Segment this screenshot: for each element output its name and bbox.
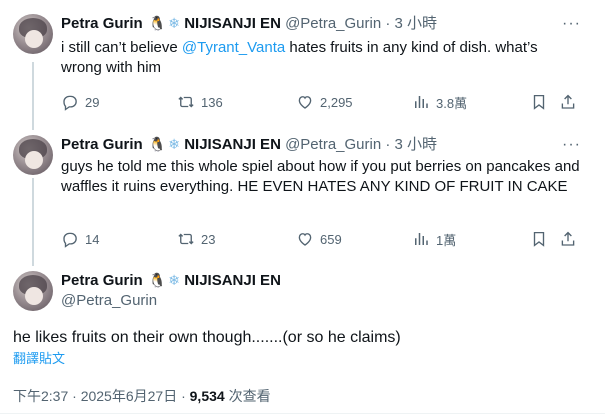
tweet-actions: 29 136 2,295 3.8萬 bbox=[61, 91, 591, 113]
like-button[interactable]: 659 bbox=[296, 228, 342, 250]
tweet-text-part: i still can’t believe bbox=[61, 39, 182, 56]
reply-button[interactable]: 29 bbox=[61, 91, 99, 113]
bookmark-button[interactable] bbox=[530, 91, 548, 113]
views-total: 9,534 bbox=[189, 388, 225, 404]
retweet-icon bbox=[178, 233, 194, 245]
tweet-text: guys he told me this whole spiel about h… bbox=[61, 158, 580, 195]
affiliation-label: NIJISANJI EN bbox=[184, 272, 281, 289]
affiliation-label: NIJISANJI EN bbox=[184, 136, 281, 153]
separator-dot: · bbox=[381, 15, 395, 32]
thread-tweet-2[interactable]: Petra Gurin 🐧 ❄ NIJISANJI EN @Petra_Gurin… bbox=[0, 125, 605, 265]
thread-tweet-1[interactable]: Petra Gurin 🐧 ❄ NIJISANJI EN @Petra_Gurin… bbox=[0, 0, 605, 125]
display-name[interactable]: Petra Gurin bbox=[61, 15, 143, 32]
views-button[interactable]: 1萬 bbox=[412, 228, 456, 250]
share-icon bbox=[561, 94, 575, 109]
retweet-button[interactable]: 23 bbox=[177, 228, 215, 250]
retweet-count: 136 bbox=[201, 94, 223, 110]
views-label: 次查看 bbox=[224, 388, 271, 404]
snowflake-emoji-icon: ❄ bbox=[168, 273, 181, 289]
tweet-timestamp[interactable]: 下午2:37 · 2025年6月27日 · bbox=[13, 388, 190, 404]
retweet-button[interactable]: 136 bbox=[177, 91, 223, 113]
bookmark-icon bbox=[533, 94, 545, 110]
bookmark-button[interactable] bbox=[530, 228, 548, 250]
user-handle[interactable]: @Petra_Gurin bbox=[285, 136, 381, 153]
user-handle[interactable]: @Petra_Gurin bbox=[285, 15, 381, 32]
separator-dot: · bbox=[381, 136, 395, 153]
penguin-emoji-icon: 🐧 bbox=[148, 16, 167, 32]
tweet-header: Petra Gurin 🐧 ❄ NIJISANJI EN @Petra_Gurin… bbox=[61, 14, 437, 34]
penguin-emoji-icon: 🐧 bbox=[148, 137, 167, 153]
more-icon[interactable]: ··· bbox=[562, 16, 581, 32]
tweet-time[interactable]: 3 小時 bbox=[395, 15, 438, 32]
tweet-text: i still can’t believe @Tyrant_Vanta hate… bbox=[61, 38, 581, 78]
like-count: 659 bbox=[320, 231, 342, 247]
views-icon bbox=[415, 233, 428, 245]
display-name[interactable]: Petra Gurin bbox=[61, 272, 143, 289]
mention-link[interactable]: @Tyrant_Vanta bbox=[182, 39, 285, 56]
like-button[interactable]: 2,295 bbox=[296, 91, 353, 113]
avatar[interactable] bbox=[13, 14, 53, 54]
affiliation-label: NIJISANJI EN bbox=[184, 15, 281, 32]
main-tweet-header: Petra Gurin 🐧 ❄ NIJISANJI EN bbox=[61, 271, 281, 291]
like-icon bbox=[298, 96, 312, 109]
retweet-count: 23 bbox=[201, 231, 216, 247]
reply-icon bbox=[63, 232, 77, 248]
views-button[interactable]: 3.8萬 bbox=[412, 91, 467, 113]
snowflake-emoji-icon: ❄ bbox=[168, 16, 181, 32]
tweet-actions: 14 23 659 1萬 bbox=[61, 228, 591, 250]
tweet-header: Petra Gurin 🐧 ❄ NIJISANJI EN @Petra_Gurin… bbox=[61, 135, 437, 155]
tweet-time[interactable]: 3 小時 bbox=[395, 136, 438, 153]
reply-icon bbox=[63, 95, 77, 111]
share-button[interactable] bbox=[559, 228, 577, 250]
reply-button[interactable]: 14 bbox=[61, 228, 99, 250]
penguin-emoji-icon: 🐧 bbox=[148, 273, 167, 289]
display-name[interactable]: Petra Gurin bbox=[61, 136, 143, 153]
user-handle[interactable]: @Petra_Gurin bbox=[61, 291, 157, 311]
views-icon bbox=[415, 96, 428, 108]
share-button[interactable] bbox=[559, 91, 577, 113]
avatar[interactable] bbox=[13, 271, 53, 311]
like-icon bbox=[298, 233, 312, 246]
divider bbox=[0, 413, 605, 414]
translate-post-link[interactable]: 翻譯貼文 bbox=[13, 350, 65, 368]
tweet-meta: 下午2:37 · 2025年6月27日 · 9,534 次查看 bbox=[13, 386, 271, 406]
bookmark-icon bbox=[533, 231, 545, 247]
more-icon[interactable]: ··· bbox=[562, 137, 581, 153]
main-tweet-text: he likes fruits on their own though.....… bbox=[13, 329, 401, 346]
snowflake-emoji-icon: ❄ bbox=[168, 137, 181, 153]
reply-count: 29 bbox=[85, 94, 100, 110]
reply-count: 14 bbox=[85, 231, 100, 247]
retweet-icon bbox=[178, 96, 194, 108]
like-count: 2,295 bbox=[320, 94, 353, 110]
share-icon bbox=[561, 231, 575, 246]
views-count: 3.8萬 bbox=[436, 95, 468, 111]
avatar[interactable] bbox=[13, 135, 53, 175]
views-count: 1萬 bbox=[436, 232, 457, 248]
